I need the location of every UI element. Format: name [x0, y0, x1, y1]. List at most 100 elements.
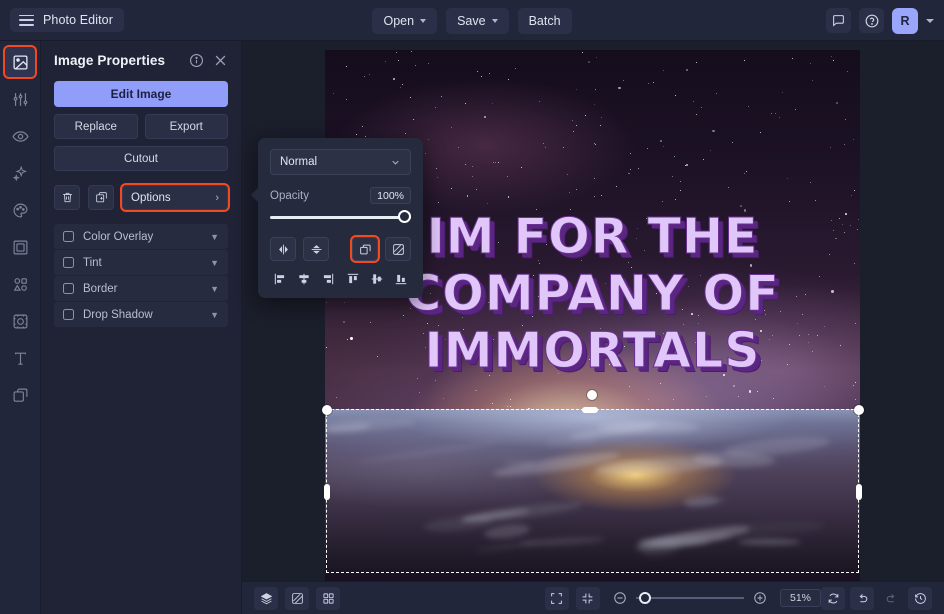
zoom-in-icon[interactable]	[753, 591, 767, 605]
sidebar-item-eye-tool[interactable]	[5, 121, 35, 151]
panel-header: Image Properties	[54, 53, 228, 68]
zoom-slider-track	[636, 597, 744, 599]
checkbox[interactable]	[63, 257, 74, 268]
zoom-level-value[interactable]: 51%	[780, 589, 821, 607]
history-controls	[821, 587, 932, 610]
duplicate-icon[interactable]	[88, 185, 114, 210]
transform-tools-row	[270, 237, 411, 261]
replace-button[interactable]: Replace	[54, 114, 138, 139]
sidebar-item-adjust-tool[interactable]	[5, 84, 35, 114]
save-button[interactable]: Save	[446, 8, 509, 34]
page-title: Image Properties	[54, 53, 165, 68]
layer-options-popup: Normal Opacity 100%	[258, 138, 423, 298]
app-title: Photo Editor	[43, 13, 113, 27]
sidebar-item-frame-tool[interactable]	[5, 232, 35, 262]
mask-icon[interactable]	[385, 237, 411, 261]
chevron-down-icon[interactable]: ▼	[210, 284, 219, 294]
effect-color-overlay[interactable]: Color Overlay ▼	[54, 224, 228, 249]
checkbox[interactable]	[63, 309, 74, 320]
history-icon[interactable]	[908, 587, 932, 610]
align-middle-vertical-icon[interactable]	[367, 270, 387, 288]
earth-image-layer[interactable]	[325, 409, 860, 574]
cloud-streak	[357, 439, 503, 467]
blend-mode-select[interactable]: Normal	[270, 149, 411, 175]
align-center-horizontal-icon[interactable]	[294, 270, 314, 288]
cutout-button[interactable]: Cutout	[54, 146, 228, 171]
canvas-area[interactable]: IM FOR THECOMPANY OFIMMORTALS	[242, 41, 944, 581]
help-icon[interactable]	[859, 8, 884, 33]
sidebar-item-layers-tool[interactable]	[5, 380, 35, 410]
info-icon[interactable]	[189, 53, 204, 68]
grid-icon[interactable]	[316, 587, 340, 610]
duplicate-layer-icon[interactable]	[352, 237, 378, 261]
chevron-down-icon[interactable]: ▼	[210, 232, 219, 242]
opacity-label: Opacity	[270, 190, 309, 202]
effect-tint[interactable]: Tint ▼	[54, 250, 228, 275]
zoom-slider-knob[interactable]	[639, 592, 651, 604]
top-bar-left: Photo Editor	[10, 8, 124, 32]
fit-screen-icon[interactable]	[545, 587, 569, 610]
effect-border[interactable]: Border ▼	[54, 276, 228, 301]
zoom-slider[interactable]	[636, 592, 744, 604]
sidebar-item-image-tool[interactable]	[5, 47, 35, 77]
chevron-right-icon: ›	[215, 192, 219, 204]
effect-drop-shadow[interactable]: Drop Shadow ▼	[54, 302, 228, 327]
zoom-out-icon[interactable]	[613, 591, 627, 605]
checkbox[interactable]	[63, 283, 74, 294]
open-label: Open	[383, 14, 414, 28]
app-menu-button[interactable]: Photo Editor	[10, 8, 124, 32]
open-button[interactable]: Open	[372, 8, 437, 34]
batch-button[interactable]: Batch	[518, 8, 572, 34]
save-label: Save	[457, 14, 486, 28]
bottom-bar: 51%	[242, 581, 944, 614]
close-icon[interactable]	[213, 53, 228, 68]
flip-horizontal-icon[interactable]	[270, 237, 296, 261]
compare-icon[interactable]	[285, 587, 309, 610]
edit-image-button[interactable]: Edit Image	[54, 81, 228, 107]
align-right-icon[interactable]	[318, 270, 338, 288]
align-top-icon[interactable]	[343, 270, 363, 288]
chevron-down-icon	[390, 157, 401, 168]
image-properties-panel: Image Properties Edit Image Replace Expo…	[41, 41, 242, 614]
flip-vertical-icon[interactable]	[303, 237, 329, 261]
effect-label: Tint	[83, 257, 201, 269]
avatar[interactable]: R	[892, 8, 918, 34]
top-bar-actions: Open Save Batch	[0, 0, 944, 41]
options-label: Options	[131, 192, 171, 204]
comment-icon[interactable]	[826, 8, 851, 33]
layers-icon[interactable]	[254, 587, 278, 610]
sidebar-item-sticker-tool[interactable]	[5, 306, 35, 336]
photo-editor-app: Photo Editor Open Save Batch R	[0, 0, 944, 614]
opacity-slider-knob[interactable]	[398, 210, 411, 223]
top-bar: Photo Editor Open Save Batch R	[0, 0, 944, 41]
align-bottom-icon[interactable]	[391, 270, 411, 288]
opacity-row: Opacity 100%	[270, 187, 411, 204]
sidebar-item-text-tool[interactable]	[5, 343, 35, 373]
reset-icon[interactable]	[821, 587, 845, 610]
checkbox[interactable]	[63, 231, 74, 242]
opacity-slider[interactable]	[270, 210, 411, 224]
opacity-slider-track	[270, 216, 411, 219]
sidebar-item-effects-tool[interactable]	[5, 158, 35, 188]
effects-list: Color Overlay ▼ Tint ▼ Border ▼ Drop Sha…	[54, 224, 228, 327]
zoom-controls: 51%	[613, 589, 821, 607]
trash-icon[interactable]	[54, 185, 80, 210]
actual-size-icon[interactable]	[576, 587, 600, 610]
undo-icon[interactable]	[850, 587, 874, 610]
top-bar-right: R	[826, 0, 934, 41]
sidebar-item-shapes-tool[interactable]	[5, 269, 35, 299]
opacity-value-input[interactable]: 100%	[370, 187, 411, 204]
blend-mode-value: Normal	[280, 156, 317, 168]
chevron-down-icon[interactable]: ▼	[210, 258, 219, 268]
chevron-down-icon[interactable]: ▼	[210, 310, 219, 320]
options-row: Options ›	[54, 185, 228, 210]
redo-icon[interactable]	[879, 587, 903, 610]
avatar-chevron-down-icon[interactable]	[926, 19, 934, 23]
export-button[interactable]: Export	[145, 114, 229, 139]
options-button[interactable]: Options ›	[122, 185, 228, 210]
effect-label: Color Overlay	[83, 231, 201, 243]
align-left-icon[interactable]	[270, 270, 290, 288]
hamburger-icon	[19, 15, 34, 26]
sidebar-item-palette-tool[interactable]	[5, 195, 35, 225]
align-tools-row	[270, 270, 411, 288]
